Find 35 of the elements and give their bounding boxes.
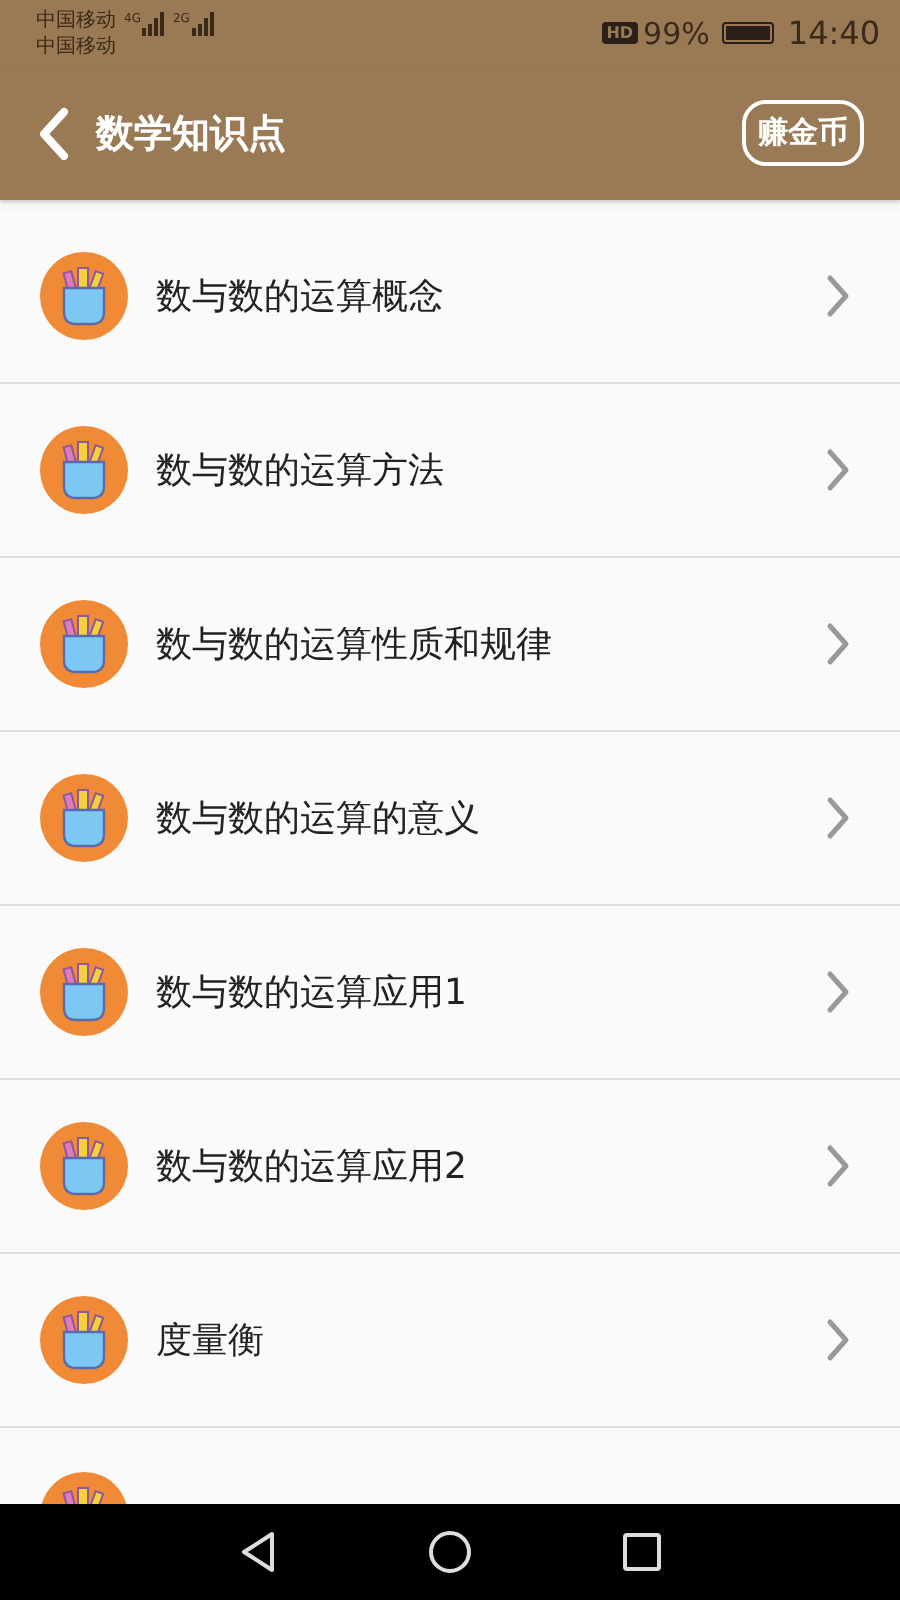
hd-icon: HD xyxy=(602,22,638,44)
list-item[interactable]: 数与数的运算应用2 xyxy=(0,1080,900,1254)
carrier-label: 中国移动 xyxy=(36,7,116,33)
back-nav-icon[interactable] xyxy=(238,1530,278,1574)
list-item[interactable]: 数与数的运算方法 xyxy=(0,384,900,558)
list-item[interactable]: 数与数的运算性质和规律 xyxy=(0,558,900,732)
battery-icon xyxy=(721,22,774,44)
pencil-cup-icon xyxy=(40,774,128,862)
pencil-cup-icon xyxy=(40,252,128,340)
chevron-right-icon xyxy=(824,1142,852,1190)
clock: 14:40 xyxy=(787,14,880,52)
chevron-right-icon xyxy=(824,794,852,842)
list-item[interactable]: 数与数的运算概念 xyxy=(0,210,900,384)
signal-icon xyxy=(191,12,214,36)
pencil-cup-icon xyxy=(40,948,128,1036)
battery-percent: 99% xyxy=(643,15,710,51)
pencil-cup-icon xyxy=(40,1122,128,1210)
list-item[interactable]: 数与数的运算应用1 xyxy=(0,906,900,1080)
home-nav-icon[interactable] xyxy=(428,1530,472,1574)
chevron-right-icon xyxy=(824,272,852,320)
pencil-cup-icon xyxy=(40,600,128,688)
back-icon[interactable] xyxy=(36,105,72,161)
earn-coins-button[interactable]: 赚金币 xyxy=(742,100,864,166)
pencil-cup-icon xyxy=(40,1296,128,1384)
pencil-cup-icon xyxy=(40,426,128,514)
chevron-right-icon xyxy=(824,620,852,668)
list-item[interactable]: 度量衡 xyxy=(0,1254,900,1428)
page-title: 数学知识点 xyxy=(96,109,288,159)
chevron-right-icon xyxy=(824,968,852,1016)
signal-icon xyxy=(142,12,165,36)
chevron-right-icon xyxy=(824,1316,852,1364)
list-item[interactable]: 数与数的运算的意义 xyxy=(0,732,900,906)
carrier-label: 中国移动 xyxy=(36,33,116,59)
chevron-right-icon xyxy=(824,446,852,494)
recents-nav-icon[interactable] xyxy=(622,1532,662,1572)
